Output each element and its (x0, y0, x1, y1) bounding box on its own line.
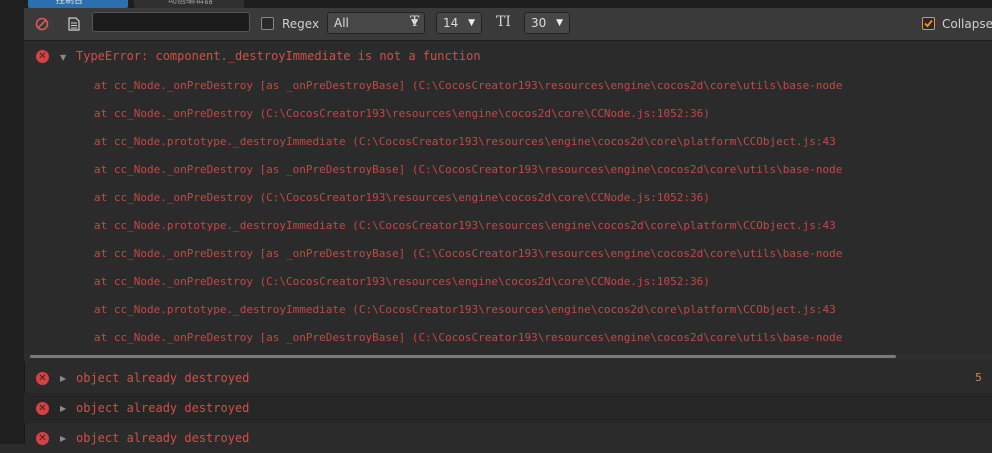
stack-line: at cc_Node._onPreDestroy (C:\CocosCreato… (94, 191, 710, 204)
font-size-value: 14 (443, 16, 459, 30)
clear-icon[interactable] (32, 14, 52, 34)
log-entry-message: object already destroyed (76, 371, 250, 385)
caret-right-icon[interactable]: ▶ (60, 434, 66, 443)
open-log-file-button[interactable] (64, 14, 84, 34)
chevron-down-icon: ▼ (468, 18, 475, 28)
line-height-select[interactable]: 30 ▼ (524, 12, 570, 34)
horizontal-scrollbar-thumb[interactable] (30, 355, 896, 358)
font-size-icon: Ŧ (410, 14, 420, 30)
stack-line: at cc_Node.prototype._destroyImmediate (… (94, 219, 836, 232)
caret-right-icon[interactable]: ▶ (60, 374, 66, 383)
line-height-value: 30 (531, 16, 547, 30)
tab-console-label: 控制台 (56, 0, 84, 6)
stack-line: at cc_Node._onPreDestroy [as _onPreDestr… (94, 163, 843, 176)
error-icon: ✕ (36, 432, 49, 445)
no-entry-icon (35, 17, 49, 31)
regex-label: Regex (282, 17, 320, 31)
checkmark-icon (924, 19, 933, 28)
caret-down-icon[interactable]: ▼ (60, 53, 66, 62)
log-entry[interactable]: ✕ ▶ object already destroyed 5 (24, 363, 992, 393)
tab-bar: 控制台 动画编辑器 (24, 0, 992, 8)
log-entry-expanded[interactable]: ✕ ▼ TypeError: component._destroyImmedia… (24, 41, 992, 361)
collapse-checkbox[interactable] (922, 17, 935, 30)
caret-right-icon[interactable]: ▶ (60, 404, 66, 413)
stack-trace: at cc_Node._onPreDestroy [as _onPreDestr… (94, 79, 992, 359)
tab-animation-editor-label: 动画编辑器 (168, 0, 214, 6)
chevron-down-icon: ▼ (556, 18, 563, 28)
error-icon: ✕ (36, 50, 49, 63)
document-icon (68, 17, 80, 31)
console-toolbar: Regex All ▼ Ŧ 14 ▼ TI 30 ▼ Collapse (24, 8, 992, 41)
log-entry-count: 5 (975, 371, 982, 384)
collapse-label: Collapse (942, 17, 992, 31)
console-log[interactable]: ✕ ▼ TypeError: component._destroyImmedia… (24, 41, 992, 445)
stack-line: at cc_Node.prototype._destroyImmediate (… (94, 135, 836, 148)
left-panel-edge (0, 0, 25, 444)
log-entry[interactable]: ✕ ▶ object already destroyed (24, 393, 992, 423)
regex-checkbox[interactable] (261, 17, 274, 30)
log-entry[interactable]: ✕ ▶ object already destroyed (24, 423, 992, 453)
stack-line: at cc_Node._onPreDestroy [as _onPreDestr… (94, 247, 843, 260)
font-size-select[interactable]: 14 ▼ (436, 12, 482, 34)
log-entry-message: object already destroyed (76, 431, 250, 445)
stack-line: at cc_Node.prototype._destroyImmediate (… (94, 303, 836, 316)
log-entry-message: object already destroyed (76, 401, 250, 415)
search-input[interactable] (92, 12, 250, 32)
error-icon: ✕ (36, 372, 49, 385)
stack-line: at cc_Node._onPreDestroy (C:\CocosCreato… (94, 107, 710, 120)
stack-line: at cc_Node._onPreDestroy (C:\CocosCreato… (94, 275, 710, 288)
log-level-value: All (334, 16, 349, 30)
tab-animation-editor[interactable]: 动画编辑器 (134, 0, 244, 8)
error-icon: ✕ (36, 402, 49, 415)
tab-console[interactable]: 控制台 (28, 0, 128, 8)
log-entry-message: TypeError: component._destroyImmediate i… (76, 49, 481, 63)
stack-line: at cc_Node._onPreDestroy [as _onPreDestr… (94, 79, 843, 92)
line-height-icon: TI (496, 14, 511, 30)
